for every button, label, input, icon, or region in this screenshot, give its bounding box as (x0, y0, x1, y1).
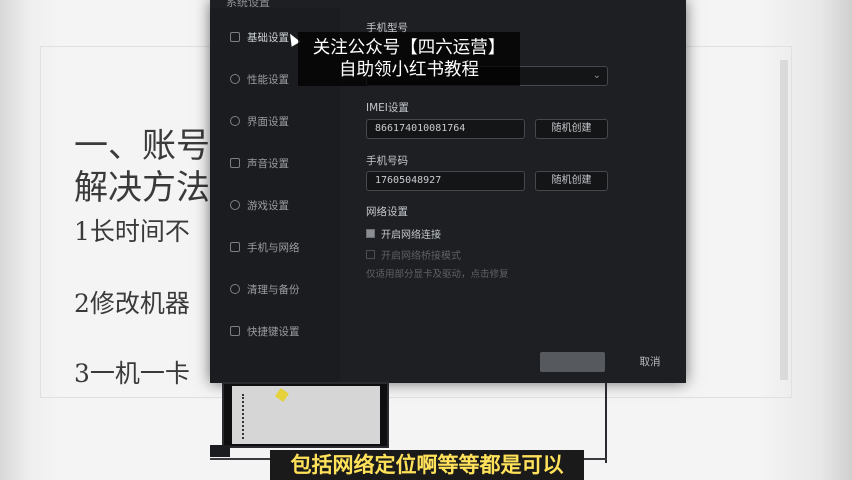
phone-dotted-edge (242, 394, 248, 439)
speed-icon (230, 74, 240, 84)
display-icon (230, 116, 240, 126)
sidebar-item-label: 界面设置 (247, 115, 289, 128)
phone-preview (222, 382, 389, 448)
sidebar-item-phone-network[interactable]: 手机与网络 (210, 232, 340, 262)
checkbox-checked (366, 229, 375, 238)
phone-number-field[interactable]: 17605048927 (366, 171, 525, 191)
slide-heading-2: 解决方法 (74, 168, 210, 208)
imei-label: IMEI设置 (366, 102, 409, 114)
cancel-button[interactable]: 取消 (630, 352, 670, 372)
save-button[interactable] (540, 352, 605, 372)
enable-network-label: 开启网络连接 (381, 230, 441, 241)
enable-network-checkbox[interactable]: 开启网络连接 (366, 226, 441, 241)
speaker-icon (230, 158, 240, 168)
slide-item-3: 3一机一卡 (74, 359, 190, 388)
checkbox-unchecked (366, 250, 375, 259)
chevron-down-icon: ⌄ (592, 70, 601, 81)
keyboard-icon (230, 326, 240, 336)
home-icon (230, 32, 240, 42)
eye-icon (210, 445, 230, 457)
promo-line-2: 自助领小红书教程 (339, 60, 479, 80)
video-subtitle: 包括网络定位啊等等都是可以 (270, 450, 584, 480)
sidebar-item-label: 声音设置 (247, 157, 289, 170)
sidebar-item-sound[interactable]: 声音设置 (210, 148, 340, 178)
bridge-mode-label: 开启网络桥接模式 (381, 251, 461, 262)
imei-random-button[interactable]: 随机创建 (535, 119, 608, 139)
sidebar-item-shortcuts[interactable]: 快捷键设置 (210, 316, 340, 346)
sidebar-item-label: 基础设置 (247, 31, 289, 44)
sidebar-item-display[interactable]: 界面设置 (210, 106, 340, 136)
sidebar-item-cleanup[interactable]: 清理与备份 (210, 274, 340, 304)
gamepad-icon (230, 200, 240, 210)
slide-edge (780, 60, 788, 380)
sidebar-item-label: 快捷键设置 (247, 325, 300, 338)
sidebar-item-label: 手机与网络 (247, 241, 300, 254)
network-hint: 仅适用部分显卡及驱动，点击修复 (366, 269, 509, 280)
window-border (605, 383, 607, 463)
sidebar-item-label: 清理与备份 (247, 283, 300, 296)
bridge-mode-checkbox[interactable]: 开启网络桥接模式 (366, 247, 461, 262)
phone-icon (230, 242, 240, 252)
broom-icon (230, 284, 240, 294)
phone-number-random-button[interactable]: 随机创建 (535, 171, 608, 191)
phone-screen (232, 386, 380, 444)
sidebar-item-label: 游戏设置 (247, 199, 289, 212)
promo-overlay: 关注公众号【四六运营】 自助领小红书教程 (298, 32, 520, 86)
imei-field[interactable]: 866174010081764 (366, 119, 525, 139)
network-label: 网络设置 (366, 206, 408, 218)
sidebar-item-label: 性能设置 (247, 73, 289, 86)
slide-item-2: 2修改机器 (74, 289, 190, 318)
sidebar-item-game[interactable]: 游戏设置 (210, 190, 340, 220)
slide-item-1: 1长时间不 (74, 217, 190, 246)
promo-line-1: 关注公众号【四六运营】 (312, 38, 506, 58)
phone-number-label: 手机号码 (366, 155, 408, 167)
phone-sticker (275, 388, 289, 402)
